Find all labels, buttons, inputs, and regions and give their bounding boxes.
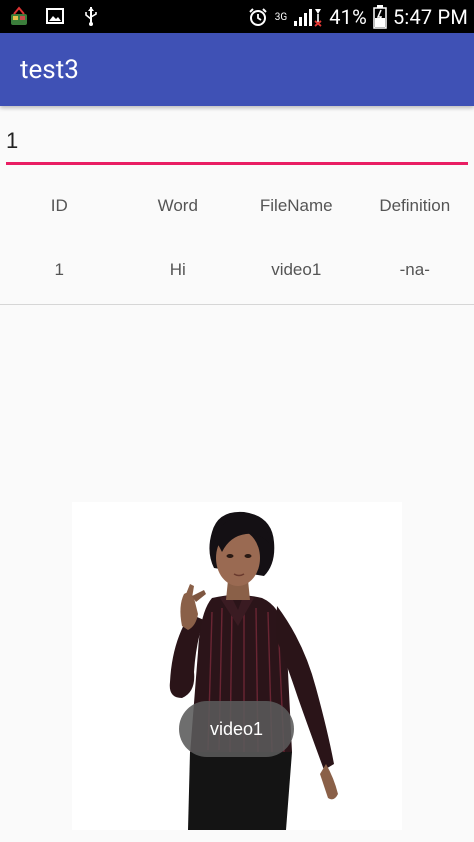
table-header-row: ID Word FileName Definition — [0, 175, 474, 237]
search-input[interactable] — [6, 120, 468, 165]
cell-word: Hi — [169, 260, 186, 279]
status-bar-left — [8, 5, 102, 27]
battery-icon — [373, 5, 387, 29]
usb-icon — [85, 7, 97, 26]
status-bar: 3G 41% 5:47 PM — [0, 0, 474, 33]
app-title: test3 — [20, 55, 79, 85]
network-3g-icon: 3G — [274, 11, 288, 23]
clock: 5:47 PM — [392, 5, 468, 29]
battery-percent: 41% — [329, 5, 367, 29]
signing-avatar-figure — [169, 511, 338, 830]
cell-definition: -na- — [399, 260, 430, 279]
app-notification-icon — [11, 6, 27, 25]
column-header-id: ID — [50, 196, 68, 215]
alarm-icon — [249, 8, 267, 26]
table-row[interactable]: 1 Hi video1 -na- — [0, 237, 474, 303]
image-icon — [46, 8, 64, 24]
table-divider — [0, 304, 474, 305]
signal-icon — [294, 9, 322, 27]
cell-filename: video1 — [271, 260, 322, 279]
column-header-filename: FileName — [259, 196, 333, 215]
toast-message: video1 — [179, 701, 294, 757]
video-player[interactable] — [72, 502, 402, 830]
status-bar-right: 3G 41% 5:47 PM — [247, 4, 468, 30]
column-header-word: Word — [157, 196, 198, 215]
results-table: ID Word FileName Definition 1 Hi video1 … — [0, 175, 474, 303]
column-header-definition: Definition — [379, 196, 451, 215]
app-bar: test3 — [0, 33, 474, 106]
cell-id: 1 — [54, 260, 64, 279]
